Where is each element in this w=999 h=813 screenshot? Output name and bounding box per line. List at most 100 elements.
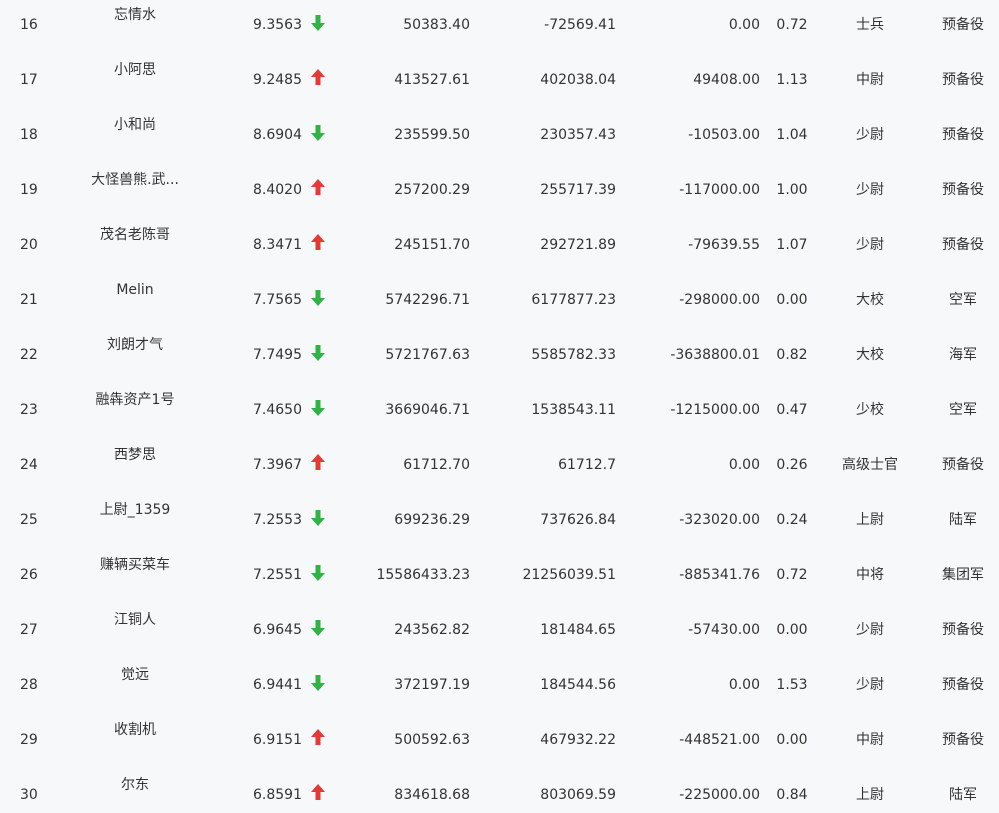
army-branch: 预备役 [942, 127, 984, 143]
army-branch: 陆军 [949, 512, 977, 528]
value-col-2: 5585782.33 [531, 347, 616, 363]
table-row[interactable]: 16 忘情水 9.3563 50383.40 -72569.41 0.00 0.72 士兵 预备… [0, 0, 999, 56]
ratio-value: 0.00 [776, 622, 808, 638]
military-rank: 上尉 [856, 512, 884, 528]
army-branch: 空军 [949, 292, 977, 308]
army-branch: 预备役 [942, 17, 984, 33]
account-name[interactable]: 上尉_1359 [80, 501, 190, 519]
rank-number: 23 [20, 402, 38, 418]
military-rank: 士兵 [856, 17, 884, 33]
value-col-3: -57430.00 [688, 622, 760, 638]
military-rank: 高级士官 [842, 457, 898, 473]
value-col-3: -79639.55 [688, 237, 760, 253]
ratio-value: 0.72 [776, 567, 808, 583]
military-rank: 少尉 [856, 182, 884, 198]
rank-number: 20 [20, 237, 38, 253]
army-branch: 预备役 [942, 182, 984, 198]
account-name[interactable]: Melin [80, 281, 190, 299]
value-col-3: -323020.00 [679, 512, 760, 528]
account-name[interactable]: 收割机 [80, 721, 190, 739]
arrow-up-icon [310, 68, 326, 88]
arrow-down-icon [310, 343, 326, 363]
value-col-3: -3638800.01 [670, 347, 760, 363]
account-name[interactable]: 小和尚 [80, 116, 190, 134]
account-name[interactable]: 西梦思 [80, 446, 190, 464]
account-name[interactable]: 忘情水 [80, 6, 190, 24]
army-branch: 预备役 [942, 622, 984, 638]
value-col-2: 181484.65 [540, 622, 616, 638]
account-name[interactable]: 觉远 [80, 666, 190, 684]
ratio-value: 1.07 [776, 237, 808, 253]
arrow-down-icon [310, 508, 326, 528]
value-col-2: 292721.89 [540, 237, 616, 253]
arrow-up-icon [310, 453, 326, 473]
military-rank: 中尉 [856, 732, 884, 748]
account-name[interactable]: 刘朗才气 [80, 336, 190, 354]
table-row[interactable]: 27 江铜人 6.9645 243562.82 181484.65 -57430.00 0.… [0, 605, 999, 661]
table-row[interactable]: 26 赚辆买菜车 7.2551 15586433.23 21256039.51 -8853… [0, 550, 999, 606]
value-col-2: -72569.41 [544, 17, 616, 33]
value-col-2: 184544.56 [540, 677, 616, 693]
military-rank: 少校 [856, 402, 884, 418]
table-row[interactable]: 24 西梦思 7.3967 61712.70 61712.7 0.00 0.26 高级士官 预备… [0, 440, 999, 496]
table-row[interactable]: 22 刘朗才气 7.7495 5721767.63 5585782.33 -3638800… [0, 330, 999, 386]
value-col-2: 402038.04 [540, 72, 616, 88]
army-branch: 集团军 [942, 567, 984, 583]
table-row[interactable]: 21 Melin 7.7565 5742296.71 6177877.23 -298000… [0, 275, 999, 331]
arrow-down-icon [310, 13, 326, 33]
account-name[interactable]: 大怪兽熊.武... [80, 171, 190, 189]
score-value: 7.2553 [253, 512, 302, 528]
value-col-1: 235599.50 [394, 127, 470, 143]
account-name[interactable]: 茂名老陈哥 [80, 226, 190, 244]
table-row[interactable]: 28 觉远 6.9441 372197.19 184544.56 0.00 1.53 少尉 预备… [0, 660, 999, 716]
account-name[interactable]: 融犇资产1号 [80, 391, 190, 409]
arrow-up-icon [310, 728, 326, 748]
value-col-1: 15586433.23 [376, 567, 470, 583]
military-rank: 少尉 [856, 622, 884, 638]
score-value: 7.7495 [253, 347, 302, 363]
table-row[interactable]: 29 收割机 6.9151 500592.63 467932.22 -448521.00 0… [0, 715, 999, 771]
table-row[interactable]: 19 大怪兽熊.武... 8.4020 257200.29 255717.39 -1170… [0, 165, 999, 221]
army-branch: 空军 [949, 402, 977, 418]
table-row[interactable]: 25 上尉_1359 7.2553 699236.29 737626.84 -323020… [0, 495, 999, 551]
account-name[interactable]: 赚辆买菜车 [80, 556, 190, 574]
value-col-1: 245151.70 [394, 237, 470, 253]
table-row[interactable]: 20 茂名老陈哥 8.3471 245151.70 292721.89 -79639.55… [0, 220, 999, 276]
account-name[interactable]: 小阿思 [80, 61, 190, 79]
rank-number: 27 [20, 622, 38, 638]
rank-number: 26 [20, 567, 38, 583]
table-row[interactable]: 23 融犇资产1号 7.4650 3669046.71 1538543.11 -12150… [0, 385, 999, 441]
score-value: 8.4020 [253, 182, 302, 198]
value-col-1: 257200.29 [394, 182, 470, 198]
account-name[interactable]: 尔东 [80, 776, 190, 794]
score-value: 6.9441 [253, 677, 302, 693]
ratio-value: 0.84 [776, 787, 808, 803]
account-name[interactable]: 江铜人 [80, 611, 190, 629]
table-row[interactable]: 17 小阿思 9.2485 413527.61 402038.04 49408.00 1.1… [0, 55, 999, 111]
value-col-3: 49408.00 [693, 72, 760, 88]
value-col-2: 803069.59 [540, 787, 616, 803]
arrow-down-icon [310, 563, 326, 583]
value-col-1: 834618.68 [394, 787, 470, 803]
value-col-3: -117000.00 [679, 182, 760, 198]
value-col-3: -225000.00 [679, 787, 760, 803]
value-col-2: 1538543.11 [531, 402, 616, 418]
table-row[interactable]: 18 小和尚 8.6904 235599.50 230357.43 -10503.00 1.… [0, 110, 999, 166]
score-value: 6.9645 [253, 622, 302, 638]
military-rank: 少尉 [856, 237, 884, 253]
score-value: 9.3563 [253, 17, 302, 33]
value-col-1: 61712.70 [403, 457, 470, 473]
ratio-value: 0.26 [776, 457, 808, 473]
arrow-down-icon [310, 398, 326, 418]
score-value: 8.3471 [253, 237, 302, 253]
value-col-3: -1215000.00 [670, 402, 760, 418]
military-rank: 大校 [856, 292, 884, 308]
arrow-down-icon [310, 123, 326, 143]
table-row[interactable]: 30 尔东 6.8591 834618.68 803069.59 -225000.00 0.… [0, 770, 999, 813]
arrow-up-icon [310, 233, 326, 253]
value-col-1: 50383.40 [403, 17, 470, 33]
value-col-2: 21256039.51 [522, 567, 616, 583]
rank-number: 19 [20, 182, 38, 198]
score-value: 7.7565 [253, 292, 302, 308]
ratio-value: 0.24 [776, 512, 808, 528]
